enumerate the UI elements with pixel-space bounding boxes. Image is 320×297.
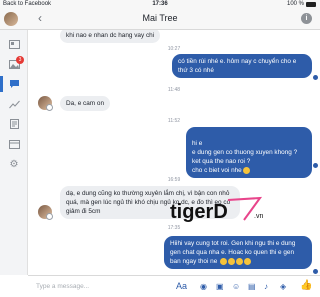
chat-header: ‹ Mai Tree i: [0, 8, 320, 30]
newsfeed-icon: [8, 39, 20, 49]
read-receipt-icon: [313, 163, 318, 168]
message-outgoing: Hiihi vay cung tot roi. Gen khi ngu thi …: [164, 236, 312, 269]
smile-emoji-icon: [242, 166, 250, 174]
chat-icon: [9, 80, 19, 88]
message-input[interactable]: Type a message...: [36, 283, 89, 290]
sidebar: 3 ⚙: [0, 30, 28, 275]
laugh-emoji-icon: [244, 257, 252, 265]
gif-icon[interactable]: ▤: [248, 282, 256, 291]
laugh-emoji-icon: [220, 257, 228, 265]
battery-icon: [306, 1, 316, 7]
notification-badge: 3: [16, 56, 24, 64]
read-receipt-icon: [313, 269, 318, 274]
laugh-emoji-icon: [236, 257, 244, 265]
like-icon[interactable]: 👍: [300, 280, 312, 291]
timestamp: 16:59: [167, 177, 181, 183]
message-outgoing: hi e e dung gen co thuong xuyen khong ? …: [186, 127, 312, 178]
sidebar-item-activity[interactable]: [0, 94, 28, 114]
timestamp: 11:52: [167, 118, 181, 124]
gear-icon: ⚙: [9, 158, 19, 170]
microphone-icon[interactable]: ♪: [264, 282, 268, 291]
image-icon[interactable]: ▣: [216, 282, 224, 291]
calendar-icon: [8, 140, 20, 149]
sidebar-item-calendar[interactable]: [0, 134, 28, 154]
sidebar-item-home[interactable]: [0, 34, 28, 54]
avatar: [38, 205, 53, 220]
message-thread[interactable]: khi nao e nhan dc hang vay chi 10:27 có …: [28, 30, 320, 275]
message-incoming: Da, e cam on: [60, 96, 111, 111]
sticker-icon[interactable]: ☺: [232, 282, 240, 291]
timestamp: 10:27: [167, 46, 181, 52]
message-outgoing: có tiền rùi nhé e. hôm nay c chuyển cho …: [172, 54, 312, 78]
sidebar-item-settings[interactable]: ⚙: [0, 154, 28, 174]
timestamp: 11:48: [167, 87, 181, 93]
sidebar-item-messages[interactable]: [0, 74, 28, 94]
status-time: 17:36: [152, 1, 168, 7]
svg-text:tigerD: tigerD: [170, 201, 228, 223]
location-icon[interactable]: ◈: [280, 282, 286, 291]
battery-label: 100 %: [286, 1, 304, 7]
watermark-logo: tigerD .vn: [170, 196, 263, 223]
sidebar-item-notifications[interactable]: 3: [0, 54, 28, 74]
svg-text:.vn: .vn: [254, 213, 263, 220]
sidebar-item-pages[interactable]: [0, 114, 28, 134]
status-right: 100 %: [287, 0, 316, 8]
trend-icon: [8, 100, 20, 108]
message-incoming: khi nao e nhan dc hang vay chi: [60, 30, 161, 43]
read-receipt-icon: [313, 75, 318, 80]
text-style-button[interactable]: Aa: [176, 281, 187, 291]
info-icon[interactable]: i: [301, 13, 312, 24]
status-bar: Back to Facebook 17:36 100 %: [0, 0, 320, 8]
page-title: Mai Tree: [142, 13, 178, 23]
avatar: [38, 96, 53, 111]
laugh-emoji-icon: [228, 257, 236, 265]
document-icon: [9, 119, 19, 129]
message-composer: Type a message... Aa ◉ ▣ ☺ ▤ ♪ ◈ 👍: [28, 275, 320, 297]
camera-icon[interactable]: ◉: [200, 282, 207, 291]
